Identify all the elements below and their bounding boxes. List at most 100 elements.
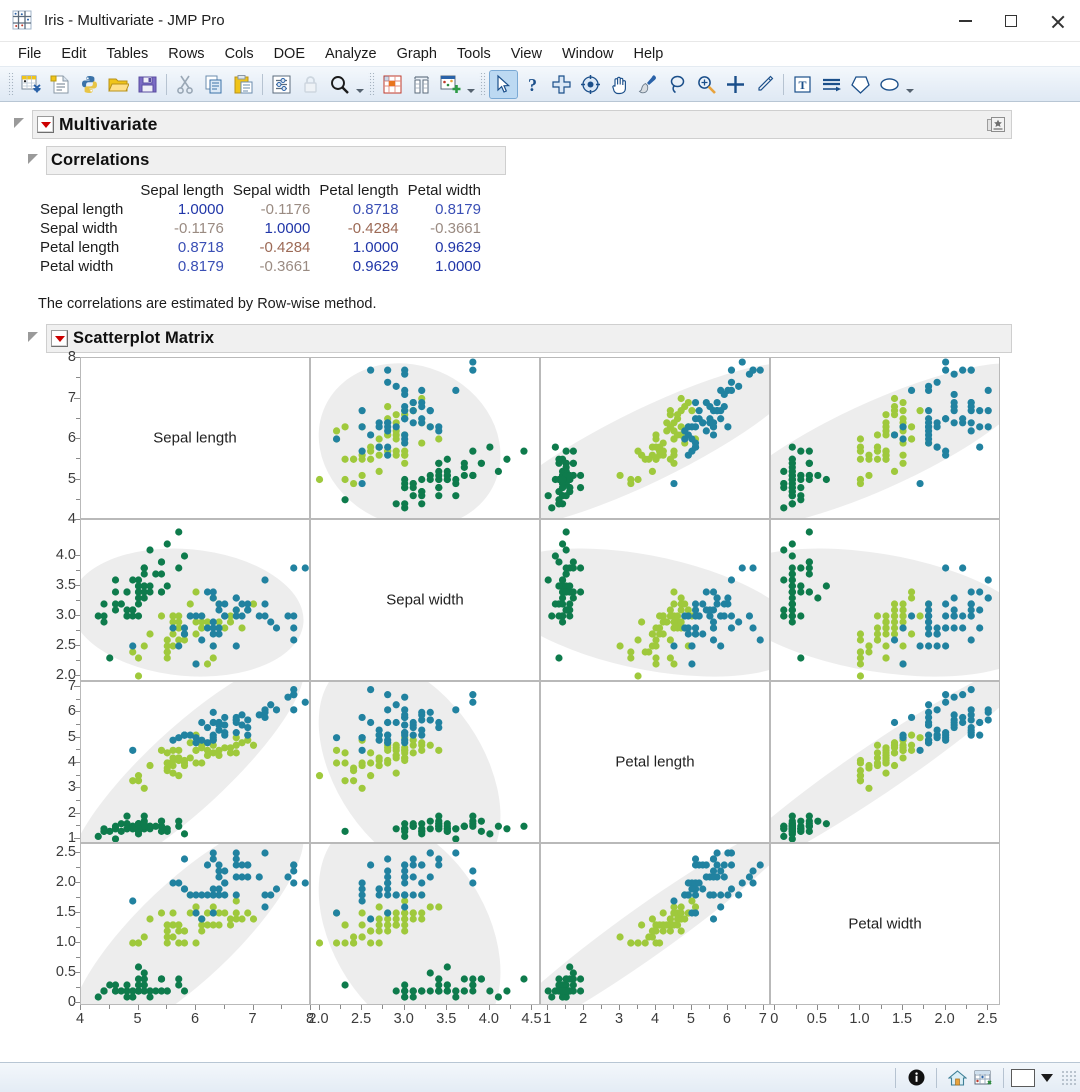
scatter-cell-petal-length-vs-sepal-width[interactable] [310, 681, 540, 843]
lasso-tool-icon[interactable] [664, 71, 691, 98]
data-point [359, 472, 366, 479]
data-point [367, 444, 374, 451]
data-point [129, 606, 136, 613]
maximize-button[interactable] [988, 0, 1034, 42]
polygon-tool-icon[interactable] [847, 71, 874, 98]
diagonal-cell-sepal-length[interactable]: Sepal length [80, 357, 310, 519]
menu-tables[interactable]: Tables [96, 44, 158, 64]
dropdown-caret-icon[interactable] [1041, 1074, 1053, 1082]
crosshair-plus-icon[interactable] [722, 71, 749, 98]
new-script-icon[interactable] [47, 71, 74, 98]
hand-tool-icon[interactable] [606, 71, 633, 98]
menu-graph[interactable]: Graph [387, 44, 447, 64]
paste-icon[interactable] [230, 71, 257, 98]
minimize-button[interactable] [942, 0, 988, 42]
line-tool-icon[interactable] [818, 71, 845, 98]
menu-rows[interactable]: Rows [158, 44, 214, 64]
scatter-cell-sepal-width-vs-sepal-length[interactable] [80, 519, 310, 681]
scatter-cell-sepal-width-vs-petal-length[interactable] [540, 519, 770, 681]
menu-help[interactable]: Help [624, 44, 674, 64]
question-tool-icon[interactable]: ? [519, 71, 546, 98]
data-point [882, 642, 889, 649]
color-swatch[interactable] [1011, 1069, 1035, 1087]
scatterplot-disclosure-triangle[interactable] [28, 332, 42, 346]
data-point [908, 714, 915, 721]
toolbar-gripper[interactable] [368, 73, 375, 95]
target-tool-icon[interactable] [577, 71, 604, 98]
data-point [703, 588, 710, 595]
data-point [520, 975, 527, 982]
data-point [696, 407, 703, 414]
lock-icon[interactable] [297, 71, 324, 98]
scatterplot-matrix[interactable]: 45678Sepal length2.02.53.03.54.0Sepal wi… [34, 357, 1080, 1033]
toolbar-overflow-button[interactable] [465, 73, 476, 95]
copy-icon[interactable] [201, 71, 228, 98]
scatter-cell-sepal-length-vs-petal-length[interactable] [540, 357, 770, 519]
close-button[interactable] [1034, 0, 1080, 42]
red-triangle-menu-icon[interactable] [51, 330, 68, 347]
save-icon[interactable] [134, 71, 161, 98]
new-data-table-icon[interactable] [18, 71, 45, 98]
data-point [478, 828, 485, 835]
x-tick-label: 5 [133, 1011, 141, 1027]
toolbar-gripper[interactable] [7, 73, 14, 95]
toolbar-overflow-button[interactable] [904, 73, 915, 95]
outline-disclosure-triangle[interactable] [14, 118, 28, 132]
menu-tools[interactable]: Tools [447, 44, 501, 64]
data-point [959, 612, 966, 619]
corr-value-cell: -0.3661 [399, 219, 481, 238]
brush-tool-icon[interactable] [635, 71, 662, 98]
data-point [112, 835, 119, 842]
data-point [652, 927, 659, 934]
menu-analyze[interactable]: Analyze [315, 44, 387, 64]
scatter-cell-sepal-width-vs-petal-width[interactable] [770, 519, 1000, 681]
preferences-icon[interactable] [268, 71, 295, 98]
scatter-cell-petal-length-vs-sepal-length[interactable] [80, 681, 310, 843]
bookmark-star-button[interactable] [985, 114, 1008, 135]
scatter-cell-petal-length-vs-petal-width[interactable] [770, 681, 1000, 843]
scatter-cell-petal-width-vs-petal-length[interactable] [540, 843, 770, 1005]
menu-window[interactable]: Window [552, 44, 624, 64]
scatter-cell-sepal-length-vs-sepal-width[interactable] [310, 357, 540, 519]
menu-file[interactable]: File [8, 44, 51, 64]
python-icon[interactable] [76, 71, 103, 98]
x-axis-sepal-length: 45678 [80, 1005, 310, 1033]
menu-doe[interactable]: DOE [264, 44, 315, 64]
crosshair-tool-icon[interactable] [548, 71, 575, 98]
cut-icon[interactable] [172, 71, 199, 98]
data-point [135, 594, 142, 601]
add-graph-icon[interactable] [437, 71, 464, 98]
search-icon[interactable] [326, 71, 353, 98]
scatter-cell-petal-width-vs-sepal-length[interactable] [80, 843, 310, 1005]
annotate-tool-icon[interactable] [751, 71, 778, 98]
column-viewer-icon[interactable] [408, 71, 435, 98]
diagonal-cell-sepal-width[interactable]: Sepal width [310, 519, 540, 681]
open-folder-icon[interactable] [105, 71, 132, 98]
data-point [359, 480, 366, 487]
ellipse-tool-icon[interactable] [876, 71, 903, 98]
correlations-disclosure-triangle[interactable] [28, 154, 42, 168]
data-filter-icon[interactable] [379, 71, 406, 98]
magnifier-tool-icon[interactable] [693, 71, 720, 98]
arrow-tool-icon[interactable] [490, 71, 517, 98]
data-table-icon[interactable] [970, 1066, 996, 1090]
data-point [204, 752, 211, 759]
data-point [267, 618, 274, 625]
data-point [123, 981, 130, 988]
info-icon[interactable] [903, 1066, 929, 1090]
data-point [634, 939, 641, 946]
red-triangle-menu-icon[interactable] [37, 116, 54, 133]
toolbar-gripper[interactable] [479, 73, 486, 95]
diagonal-cell-petal-width[interactable]: Petal width [770, 843, 1000, 1005]
menu-view[interactable]: View [501, 44, 552, 64]
data-point [146, 630, 153, 637]
home-icon[interactable] [944, 1066, 970, 1090]
menu-cols[interactable]: Cols [215, 44, 264, 64]
diagonal-cell-petal-length[interactable]: Petal length [540, 681, 770, 843]
toolbar-overflow-button[interactable] [354, 73, 365, 95]
resize-grip[interactable] [1061, 1070, 1077, 1086]
scatter-cell-petal-width-vs-sepal-width[interactable] [310, 843, 540, 1005]
scatter-cell-sepal-length-vs-petal-width[interactable] [770, 357, 1000, 519]
text-tool-icon[interactable]: T [789, 71, 816, 98]
menu-edit[interactable]: Edit [51, 44, 96, 64]
